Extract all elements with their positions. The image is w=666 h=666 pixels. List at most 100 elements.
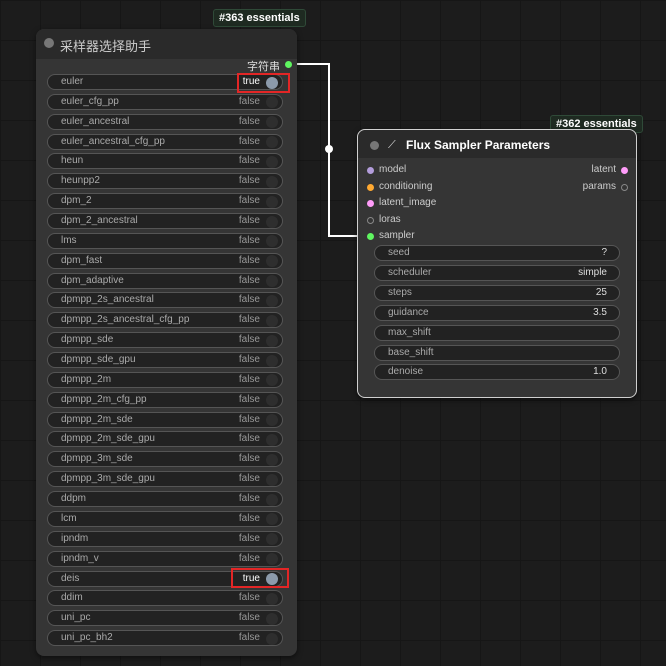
toggle-label: dpm_fast <box>61 254 103 266</box>
toggle-knob-icon[interactable] <box>266 116 278 129</box>
toggle-euler-ancestral[interactable]: euler_ancestral false <box>47 113 283 130</box>
toggle-ipndm[interactable]: ipndm false <box>47 530 283 547</box>
toggle-lcm[interactable]: lcm false <box>47 510 283 527</box>
toggle-knob-icon[interactable] <box>266 473 278 486</box>
widget-base-shift[interactable]: base_shift <box>374 344 620 361</box>
toggle-ddpm[interactable]: ddpm false <box>47 491 283 508</box>
collapse-dot-icon[interactable] <box>370 141 379 150</box>
toggle-knob-icon[interactable] <box>266 414 278 427</box>
widget-scheduler[interactable]: scheduler simple <box>374 264 620 281</box>
toggle-knob-icon[interactable] <box>266 314 278 327</box>
input-label: sampler <box>379 230 415 242</box>
toggle-dpmpp-sde[interactable]: dpmpp_sde false <box>47 332 283 349</box>
widget-steps[interactable]: steps 25 <box>374 284 620 301</box>
toggle-knob-icon[interactable] <box>266 533 278 546</box>
toggle-value: false <box>238 612 260 624</box>
collapse-dot-icon[interactable] <box>44 38 54 48</box>
toggle-knob-icon[interactable] <box>266 215 278 228</box>
toggle-uni-pc[interactable]: uni_pc false <box>47 610 283 627</box>
toggle-label: dpmpp_2s_ancestral <box>61 294 154 306</box>
toggle-dpmpp-2s-ancestral-cfg-pp[interactable]: dpmpp_2s_ancestral_cfg_pp false <box>47 312 283 329</box>
widget-denoise[interactable]: denoise 1.0 <box>374 364 620 381</box>
toggle-value: false <box>238 552 260 564</box>
toggle-dpmpp-2m-sde[interactable]: dpmpp_2m_sde false <box>47 411 283 428</box>
input-dot-icon[interactable] <box>367 167 374 174</box>
toggle-knob-icon[interactable] <box>266 275 278 288</box>
toggle-uni-pc-bh2[interactable]: uni_pc_bh2 false <box>47 630 283 647</box>
toggle-knob-icon[interactable] <box>266 493 278 506</box>
widget-max-shift[interactable]: max_shift <box>374 324 620 341</box>
toggle-knob-icon[interactable] <box>266 175 278 188</box>
toggle-dpmpp-2m[interactable]: dpmpp_2m false <box>47 371 283 388</box>
toggle-dpmpp-3m-sde-gpu[interactable]: dpmpp_3m_sde_gpu false <box>47 471 283 488</box>
widget-value: 25 <box>595 286 607 298</box>
toggle-value: false <box>238 175 260 187</box>
widget-seed[interactable]: seed? <box>374 245 620 261</box>
toggle-label: heun <box>61 155 84 167</box>
wand-icon: ⟋ <box>388 139 396 151</box>
toggle-dpmpp-3m-sde[interactable]: dpmpp_3m_sde false <box>47 451 283 468</box>
widget-label: steps <box>388 286 412 298</box>
toggle-knob-icon[interactable] <box>266 235 278 248</box>
toggle-euler-cfg-pp[interactable]: euler_cfg_pp false <box>47 93 283 110</box>
toggle-label: uni_pc <box>61 612 91 624</box>
toggle-dpmpp-sde-gpu[interactable]: dpmpp_sde_gpu false <box>47 352 283 369</box>
toggle-dpm-adaptive[interactable]: dpm_adaptive false <box>47 272 283 289</box>
toggle-knob-icon[interactable] <box>266 96 278 109</box>
input-dot-icon[interactable] <box>367 233 374 241</box>
flux-sampler-parameters-node[interactable]: ⟋ Flux Sampler Parameters model condition… <box>357 129 637 398</box>
toggle-knob-icon[interactable] <box>266 453 278 466</box>
toggle-knob-icon[interactable] <box>266 136 278 149</box>
node-title-bar[interactable]: ⟋ Flux Sampler Parameters <box>358 130 636 158</box>
toggle-dpm-fast[interactable]: dpm_fast false <box>47 252 283 269</box>
toggle-label: dpmpp_3m_sde_gpu <box>61 473 155 485</box>
toggle-knob-icon[interactable] <box>266 294 278 307</box>
widget-label: base_shift <box>388 346 434 358</box>
string-output-slot-icon[interactable] <box>285 61 292 68</box>
toggle-ipndm-v[interactable]: ipndm_v false <box>47 550 283 567</box>
toggle-dpm-2[interactable]: dpm_2 false <box>47 193 283 210</box>
toggle-knob-icon[interactable] <box>266 394 278 407</box>
toggle-heunpp2[interactable]: heunpp2 false <box>47 173 283 190</box>
input-dot-icon[interactable] <box>367 216 374 224</box>
toggle-knob-icon[interactable] <box>266 374 278 387</box>
output-dot-icon[interactable] <box>621 183 628 191</box>
toggle-knob-icon[interactable] <box>266 592 278 605</box>
toggle-knob-icon[interactable] <box>266 433 278 446</box>
toggle-heun[interactable]: heun false <box>47 153 283 170</box>
toggle-knob-icon[interactable] <box>266 553 278 566</box>
toggle-dpmpp-2s-ancestral[interactable]: dpmpp_2s_ancestral false <box>47 292 283 309</box>
toggle-dpmpp-2m-sde-gpu[interactable]: dpmpp_2m_sde_gpu false <box>47 431 283 448</box>
toggle-dpm-2-ancestral[interactable]: dpm_2_ancestral false <box>47 213 283 230</box>
toggle-label: euler_ancestral <box>61 115 130 127</box>
toggle-label: euler_ancestral_cfg_pp <box>61 135 165 147</box>
widget-label: scheduler <box>388 266 432 278</box>
toggle-euler-ancestral-cfg-pp[interactable]: euler_ancestral_cfg_pp false <box>47 133 283 150</box>
toggle-knob-icon[interactable] <box>266 354 278 367</box>
toggle-knob-icon[interactable] <box>266 255 278 268</box>
toggle-dpmpp-2m-cfg-pp[interactable]: dpmpp_2m_cfg_pp false <box>47 391 283 408</box>
toggle-knob-icon[interactable] <box>266 513 278 526</box>
toggle-knob-icon[interactable] <box>266 612 278 625</box>
widget-value: ? <box>601 247 607 258</box>
toggle-knob-icon[interactable] <box>266 334 278 347</box>
toggle-knob-icon[interactable] <box>266 632 278 645</box>
output-dot-icon[interactable] <box>621 167 628 174</box>
widget-guidance[interactable]: guidance 3.5 <box>374 304 620 321</box>
toggle-label: ddpm <box>61 493 87 505</box>
input-dot-icon[interactable] <box>367 200 374 208</box>
sampler-selector-node[interactable]: 采样器选择助手 字符串 euler true euler_cfg_pp false eu… <box>36 29 297 656</box>
toggle-value: false <box>238 532 260 544</box>
toggle-lms[interactable]: lms false <box>47 232 283 249</box>
toggle-value: false <box>238 413 260 425</box>
node-title-bar[interactable]: 采样器选择助手 <box>36 29 297 59</box>
input-dot-icon[interactable] <box>367 183 374 191</box>
toggle-knob-icon[interactable] <box>266 155 278 168</box>
input-label: model <box>379 164 407 175</box>
toggle-knob-icon[interactable] <box>266 195 278 208</box>
output-label: 字符串 <box>247 61 280 73</box>
toggle-value: false <box>238 95 260 107</box>
toggle-ddim[interactable]: ddim false <box>47 590 283 607</box>
input-label: conditioning <box>379 180 433 192</box>
toggle-label: dpmpp_sde <box>61 334 114 346</box>
